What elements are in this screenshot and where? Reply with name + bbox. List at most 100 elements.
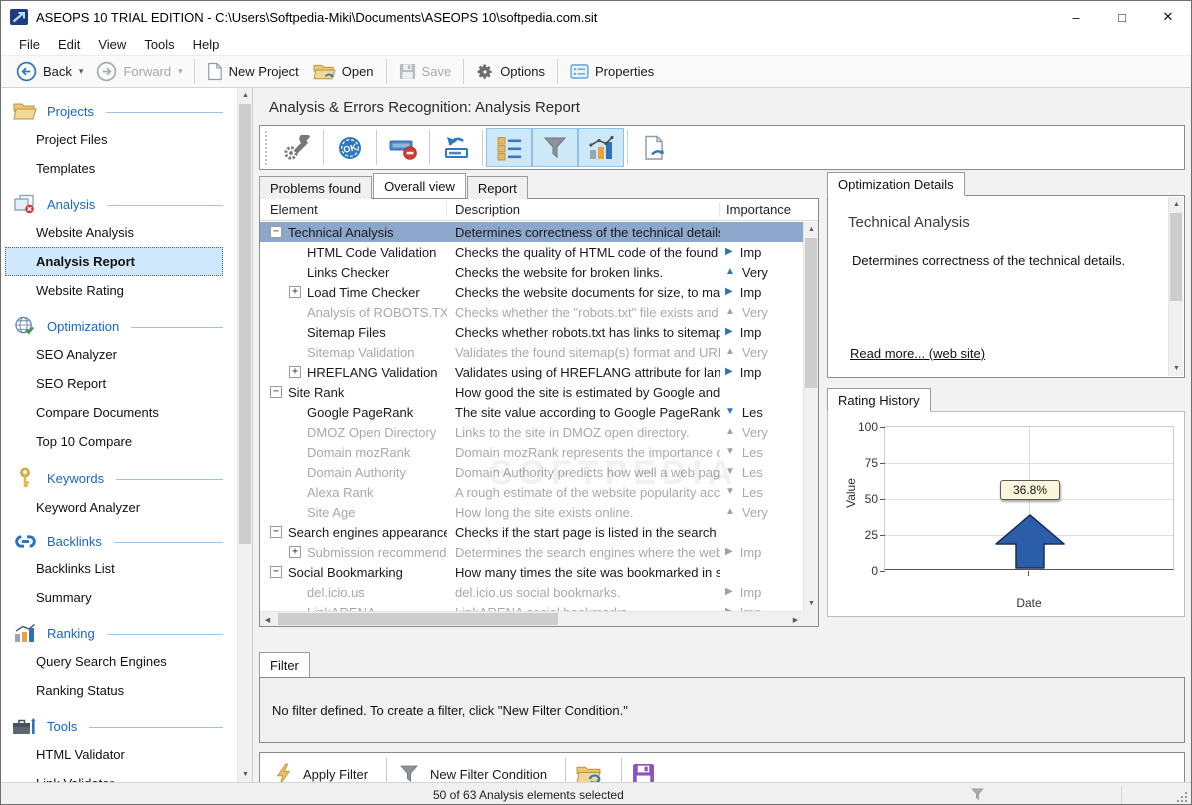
table-row-technical-analysis[interactable]: −Technical AnalysisDetermines correctnes… bbox=[260, 222, 803, 242]
properties-button[interactable]: Properties bbox=[563, 58, 661, 85]
sidebar-group-backlinks[interactable]: Backlinks bbox=[1, 526, 237, 554]
column-header-description[interactable]: Description bbox=[447, 202, 720, 217]
table-row-domain-mozrank[interactable]: Domain mozRankDomain mozRank represents … bbox=[260, 442, 803, 462]
scroll-thumb[interactable] bbox=[805, 238, 817, 388]
table-row-site-rank[interactable]: −Site RankHow good the site is estimated… bbox=[260, 382, 803, 402]
maximize-button[interactable]: □ bbox=[1099, 1, 1145, 33]
column-header-element[interactable]: Element bbox=[260, 202, 447, 217]
sidebar-group-tools[interactable]: Tools bbox=[1, 709, 237, 740]
table-row-load-time-checker[interactable]: +Load Time CheckerChecks the website doc… bbox=[260, 282, 803, 302]
scroll-thumb[interactable] bbox=[1170, 213, 1182, 301]
table-row-html-code-validation[interactable]: HTML Code ValidationChecks the quality o… bbox=[260, 242, 803, 262]
save-button[interactable]: Save bbox=[392, 58, 459, 85]
scroll-up-icon[interactable]: ▲ bbox=[238, 88, 253, 103]
expand-icon[interactable]: + bbox=[289, 286, 301, 298]
sidebar-item-website-analysis[interactable]: Website Analysis bbox=[5, 218, 223, 247]
table-row-social-bookmarking[interactable]: −Social BookmarkingHow many times the si… bbox=[260, 562, 803, 582]
tab-optimization-details[interactable]: Optimization Details bbox=[827, 172, 965, 196]
scroll-right-icon[interactable]: ▶ bbox=[788, 612, 803, 627]
sidebar-item-keyword-analyzer[interactable]: Keyword Analyzer bbox=[5, 493, 223, 522]
sidebar-item-project-files[interactable]: Project Files bbox=[5, 125, 223, 154]
table-row-google-pagerank[interactable]: Google PageRankThe site value according … bbox=[260, 402, 803, 422]
sidebar-group-optimization[interactable]: Optimization bbox=[1, 309, 237, 340]
filter-icon-button[interactable] bbox=[532, 128, 578, 167]
sidebar-group-keywords[interactable]: Keywords bbox=[1, 460, 237, 493]
open-button[interactable]: Open bbox=[306, 58, 381, 85]
column-header-importance[interactable]: Importance bbox=[720, 202, 818, 217]
sidebar-group-projects[interactable]: Projects bbox=[1, 94, 237, 125]
table-row-del-icio-us[interactable]: del.icio.usdel.icio.us social bookmarks.… bbox=[260, 582, 803, 602]
scroll-thumb[interactable] bbox=[239, 104, 251, 544]
collapse-icon[interactable]: − bbox=[270, 386, 282, 398]
scroll-down-icon[interactable]: ▼ bbox=[1169, 361, 1184, 376]
menu-file[interactable]: File bbox=[10, 37, 49, 52]
menu-edit[interactable]: Edit bbox=[49, 37, 89, 52]
tab-rating-history[interactable]: Rating History bbox=[827, 388, 931, 412]
save-filter-button[interactable] bbox=[630, 763, 665, 783]
remove-icon-button[interactable] bbox=[380, 128, 426, 167]
sidebar-item-html-validator[interactable]: HTML Validator bbox=[5, 740, 223, 769]
table-row-hreflang-validation[interactable]: +HREFLANG ValidationValidates using of H… bbox=[260, 362, 803, 382]
sidebar-item-analysis-report[interactable]: Analysis Report bbox=[5, 247, 223, 276]
expand-icon[interactable]: + bbox=[289, 366, 301, 378]
table-row-analysis-of-robots-txt-file[interactable]: Analysis of ROBOTS.TXT fileChecks whethe… bbox=[260, 302, 803, 322]
menu-help[interactable]: Help bbox=[184, 37, 229, 52]
sidebar-item-link-validator[interactable]: Link Validator bbox=[5, 769, 223, 782]
table-row-dmoz-open-directory[interactable]: DMOZ Open DirectoryLinks to the site in … bbox=[260, 422, 803, 442]
sidebar-item-website-rating[interactable]: Website Rating bbox=[5, 276, 223, 305]
details-scrollbar[interactable]: ▲ ▼ bbox=[1168, 197, 1183, 376]
collapse-icon[interactable]: − bbox=[270, 226, 282, 238]
scroll-up-icon[interactable]: ▲ bbox=[804, 222, 819, 237]
tab-filter[interactable]: Filter bbox=[259, 652, 310, 677]
close-button[interactable]: ✕ bbox=[1145, 1, 1191, 33]
toolbar-grip[interactable] bbox=[265, 131, 268, 165]
table-row-alexa-rank[interactable]: Alexa RankA rough estimate of the websit… bbox=[260, 482, 803, 502]
collapse-icon[interactable]: − bbox=[270, 526, 282, 538]
sidebar-scrollbar[interactable]: ▲ ▼ bbox=[237, 88, 252, 782]
scroll-left-icon[interactable]: ◀ bbox=[260, 612, 275, 627]
back-dropdown-icon[interactable]: ▾ bbox=[79, 66, 90, 77]
sidebar-item-top-10-compare[interactable]: Top 10 Compare bbox=[5, 427, 223, 456]
minimize-button[interactable]: – bbox=[1053, 1, 1099, 33]
tab-overall-view[interactable]: Overall view bbox=[373, 173, 466, 198]
table-row-domain-authority[interactable]: Domain AuthorityDomain Authority predict… bbox=[260, 462, 803, 482]
table-row-submission-recommendati[interactable]: +Submission recommendati...Determines th… bbox=[260, 542, 803, 562]
sidebar-item-seo-analyzer[interactable]: SEO Analyzer bbox=[5, 340, 223, 369]
load-filter-button[interactable] bbox=[574, 764, 613, 783]
scroll-down-icon[interactable]: ▼ bbox=[804, 596, 819, 611]
expand-icon[interactable]: + bbox=[289, 546, 301, 558]
scroll-up-icon[interactable]: ▲ bbox=[1169, 197, 1184, 212]
table-row-linkarena[interactable]: LinkARENALinkARENA social bookmarks.▶Imp bbox=[260, 602, 803, 611]
forward-button[interactable]: Forward bbox=[89, 58, 178, 85]
tab-report[interactable]: Report bbox=[467, 176, 528, 199]
resize-grip[interactable] bbox=[1176, 791, 1188, 803]
tools-icon-button[interactable] bbox=[274, 128, 320, 167]
new-filter-condition-button[interactable]: New Filter Condition bbox=[395, 763, 557, 782]
sidebar-group-analysis[interactable]: Analysis bbox=[1, 187, 237, 218]
sidebar-item-seo-report[interactable]: SEO Report bbox=[5, 369, 223, 398]
scroll-down-icon[interactable]: ▼ bbox=[238, 767, 253, 782]
reset-icon-button[interactable] bbox=[433, 128, 479, 167]
back-button[interactable]: Back bbox=[9, 58, 79, 85]
new-project-button[interactable]: New Project bbox=[200, 58, 306, 85]
table-row-search-engines-appearance[interactable]: −Search engines appearanceChecks if the … bbox=[260, 522, 803, 542]
tab-problems-found[interactable]: Problems found bbox=[259, 176, 372, 199]
forward-dropdown-icon[interactable]: ▾ bbox=[178, 66, 189, 77]
table-row-sitemap-files[interactable]: Sitemap FilesChecks whether robots.txt h… bbox=[260, 322, 803, 342]
menu-tools[interactable]: Tools bbox=[135, 37, 183, 52]
sidebar-item-ranking-status[interactable]: Ranking Status bbox=[5, 676, 223, 705]
sidebar-item-summary[interactable]: Summary bbox=[5, 583, 223, 612]
menu-view[interactable]: View bbox=[89, 37, 135, 52]
table-row-sitemap-validation[interactable]: Sitemap ValidationValidates the found si… bbox=[260, 342, 803, 362]
scroll-thumb[interactable] bbox=[278, 613, 558, 625]
table-horizontal-scrollbar[interactable]: ◀ ▶ bbox=[260, 611, 803, 626]
read-more-link[interactable]: Read more... (web site) bbox=[850, 346, 985, 361]
sidebar-item-compare-documents[interactable]: Compare Documents bbox=[5, 398, 223, 427]
sidebar-group-ranking[interactable]: Ranking bbox=[1, 616, 237, 647]
apply-filter-button[interactable]: Apply Filter bbox=[272, 762, 378, 782]
ok-stamp-icon-button[interactable]: OK bbox=[327, 128, 373, 167]
sidebar-item-backlinks-list[interactable]: Backlinks List bbox=[5, 554, 223, 583]
status-funnel-icon[interactable] bbox=[969, 787, 986, 802]
table-row-links-checker[interactable]: Links CheckerChecks the website for brok… bbox=[260, 262, 803, 282]
sidebar-item-query-search-engines[interactable]: Query Search Engines bbox=[5, 647, 223, 676]
